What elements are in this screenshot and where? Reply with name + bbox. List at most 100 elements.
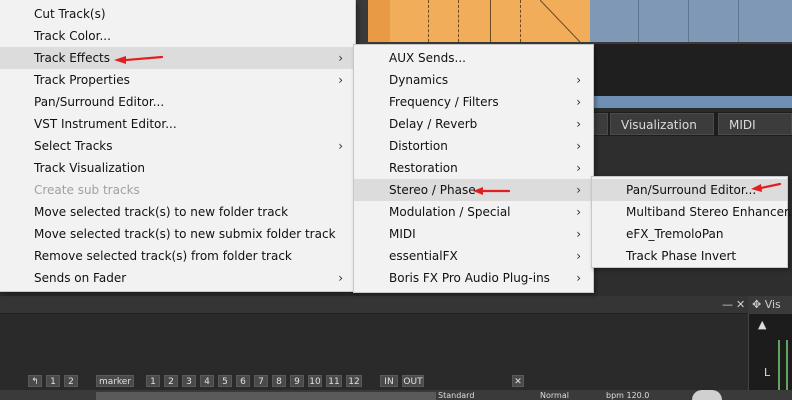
group-2-button[interactable]: 2 [64, 375, 78, 387]
audio-clip-edge[interactable] [368, 0, 390, 42]
red-arrow-icon [114, 55, 164, 64]
menu-item-label: Frequency / Filters [389, 95, 499, 109]
track-11-button[interactable]: 11 [326, 375, 342, 387]
chevron-right-icon: › [338, 51, 343, 65]
chevron-right-icon: › [576, 227, 581, 241]
track-12-button[interactable]: 12 [346, 375, 362, 387]
marker-button[interactable]: marker [96, 375, 134, 387]
clip-marker-line [520, 0, 521, 42]
menu-item-label: Pan/Surround Editor... [626, 183, 757, 197]
chevron-right-icon: › [576, 95, 581, 109]
vis-title: Vis [764, 298, 781, 311]
bpm-field[interactable]: bpm 120.0 [606, 392, 686, 400]
track-1-button[interactable]: 1 [146, 375, 160, 387]
audio-clip[interactable] [390, 0, 590, 42]
submenu-item-aux-sends[interactable]: AUX Sends... [354, 47, 593, 69]
menu-item-label: Multiband Stereo Enhancer... [626, 205, 792, 219]
menu-item-label: MIDI [389, 227, 416, 241]
submenu-item-efx-tremolopan[interactable]: eFX_TremoloPan [592, 223, 787, 245]
menu-item-track-effects[interactable]: Track Effects › [0, 47, 355, 69]
track-3-button[interactable]: 3 [182, 375, 196, 387]
track-10-button[interactable]: 10 [308, 375, 322, 387]
submenu-item-multiband-stereo-enhancer[interactable]: Multiband Stereo Enhancer... [592, 201, 792, 223]
menu-item-label: Track Visualization [34, 161, 146, 175]
submenu-item-restoration[interactable]: Restoration › [354, 157, 593, 179]
menu-item-track-visualization[interactable]: Track Visualization [0, 157, 355, 179]
track-bar [590, 96, 792, 108]
menu-item-label: Sends on Fader [34, 271, 127, 285]
track-4-button[interactable]: 4 [200, 375, 214, 387]
clip-boundary-line [490, 0, 491, 42]
menu-item-label: AUX Sends... [389, 51, 466, 65]
close-icon[interactable]: ✕ [736, 298, 745, 311]
chevron-right-icon: › [576, 117, 581, 131]
chevron-right-icon: › [338, 139, 343, 153]
undo-icon[interactable]: ↰ [28, 375, 42, 387]
menu-item-label: Modulation / Special [389, 205, 511, 219]
tab-midi-editor[interactable]: MIDI Editor [718, 113, 792, 154]
menu-item-pan-surround-editor[interactable]: Pan/Surround Editor... [0, 91, 355, 113]
track-9-button[interactable]: 9 [290, 375, 304, 387]
level-meter [786, 340, 788, 390]
fade-curve-icon [540, 0, 581, 42]
chevron-right-icon: › [576, 249, 581, 263]
menu-item-vst-instrument-editor[interactable]: VST Instrument Editor... [0, 113, 355, 135]
submenu-item-essentialfx[interactable]: essentialFX › [354, 245, 593, 267]
submenu-item-frequency-filters[interactable]: Frequency / Filters › [354, 91, 593, 113]
submenu-item-delay-reverb[interactable]: Delay / Reverb › [354, 113, 593, 135]
submenu-item-distortion[interactable]: Distortion › [354, 135, 593, 157]
normal-dropdown[interactable]: Normal [540, 392, 600, 400]
chevron-right-icon: › [338, 271, 343, 285]
menu-item-label: Pan/Surround Editor... [34, 95, 165, 109]
menu-item-label: Track Properties [34, 73, 130, 87]
submenu-item-modulation-special[interactable]: Modulation / Special › [354, 201, 593, 223]
menu-item-label: Boris FX Pro Audio Plug-ins [389, 271, 550, 285]
menu-item-create-sub-tracks: Create sub tracks [0, 179, 355, 201]
chevron-right-icon: › [338, 73, 343, 87]
in-button[interactable]: IN [380, 375, 398, 387]
menu-item-track-properties[interactable]: Track Properties › [0, 69, 355, 91]
menu-item-label: Distortion [389, 139, 448, 153]
submenu-item-boris-fx-pro-audio-plug-ins[interactable]: Boris FX Pro Audio Plug-ins › [354, 267, 593, 289]
menu-item-remove-selected-track-s-from-folder-track[interactable]: Remove selected track(s) from folder tra… [0, 245, 355, 267]
menu-item-label: essentialFX [389, 249, 458, 263]
group-1-button[interactable]: 1 [46, 375, 60, 387]
knob-icon[interactable] [692, 390, 722, 400]
standard-dropdown[interactable]: Standard [438, 392, 508, 400]
menu-item-move-selected-track-s-to-new-folder-track[interactable]: Move selected track(s) to new folder tra… [0, 201, 355, 223]
clip-marker-line [458, 0, 459, 42]
close-small-icon[interactable]: ✕ [512, 375, 524, 387]
menu-item-label: Track Effects [34, 51, 111, 65]
menu-item-label: Delay / Reverb [389, 117, 478, 131]
menu-item-cut-track-s[interactable]: Cut Track(s) [0, 3, 355, 25]
level-meter [778, 340, 780, 390]
track-5-button[interactable]: 5 [218, 375, 232, 387]
track-6-button[interactable]: 6 [236, 375, 250, 387]
chevron-right-icon: › [576, 161, 581, 175]
submenu-item-track-phase-invert[interactable]: Track Phase Invert [592, 245, 787, 267]
menu-item-track-color[interactable]: Track Color... [0, 25, 355, 47]
tab-visualization[interactable]: Visualization [610, 113, 714, 135]
red-arrow-icon [751, 182, 782, 192]
track-7-button[interactable]: 7 [254, 375, 268, 387]
clip-marker-line [428, 0, 429, 42]
menu-item-label: Move selected track(s) to new folder tra… [34, 205, 289, 219]
menu-item-label: Cut Track(s) [34, 7, 106, 21]
menu-item-sends-on-fader[interactable]: Sends on Fader › [0, 267, 355, 289]
level-label: L [764, 366, 771, 379]
menu-item-select-tracks[interactable]: Select Tracks › [0, 135, 355, 157]
minimize-icon[interactable]: — [722, 298, 733, 311]
track-2-button[interactable]: 2 [164, 375, 178, 387]
menu-item-label: Track Phase Invert [626, 249, 737, 263]
track-8-button[interactable]: 8 [272, 375, 286, 387]
tab-prev[interactable] [594, 113, 608, 135]
move-icon[interactable]: ✥ [752, 298, 761, 311]
submenu-item-dynamics[interactable]: Dynamics › [354, 69, 593, 91]
menu-item-label: Create sub tracks [34, 183, 140, 197]
submenu-item-midi[interactable]: MIDI › [354, 223, 593, 245]
out-button[interactable]: OUT [402, 375, 424, 387]
menu-item-label: eFX_TremoloPan [626, 227, 724, 241]
track-context-menu: Cut Track(s) Track Color... Track Effects ›… [0, 0, 356, 292]
menu-item-label: Move selected track(s) to new submix fol… [34, 227, 336, 241]
menu-item-move-selected-track-s-to-new-submix-folder-track[interactable]: Move selected track(s) to new submix fol… [0, 223, 355, 245]
